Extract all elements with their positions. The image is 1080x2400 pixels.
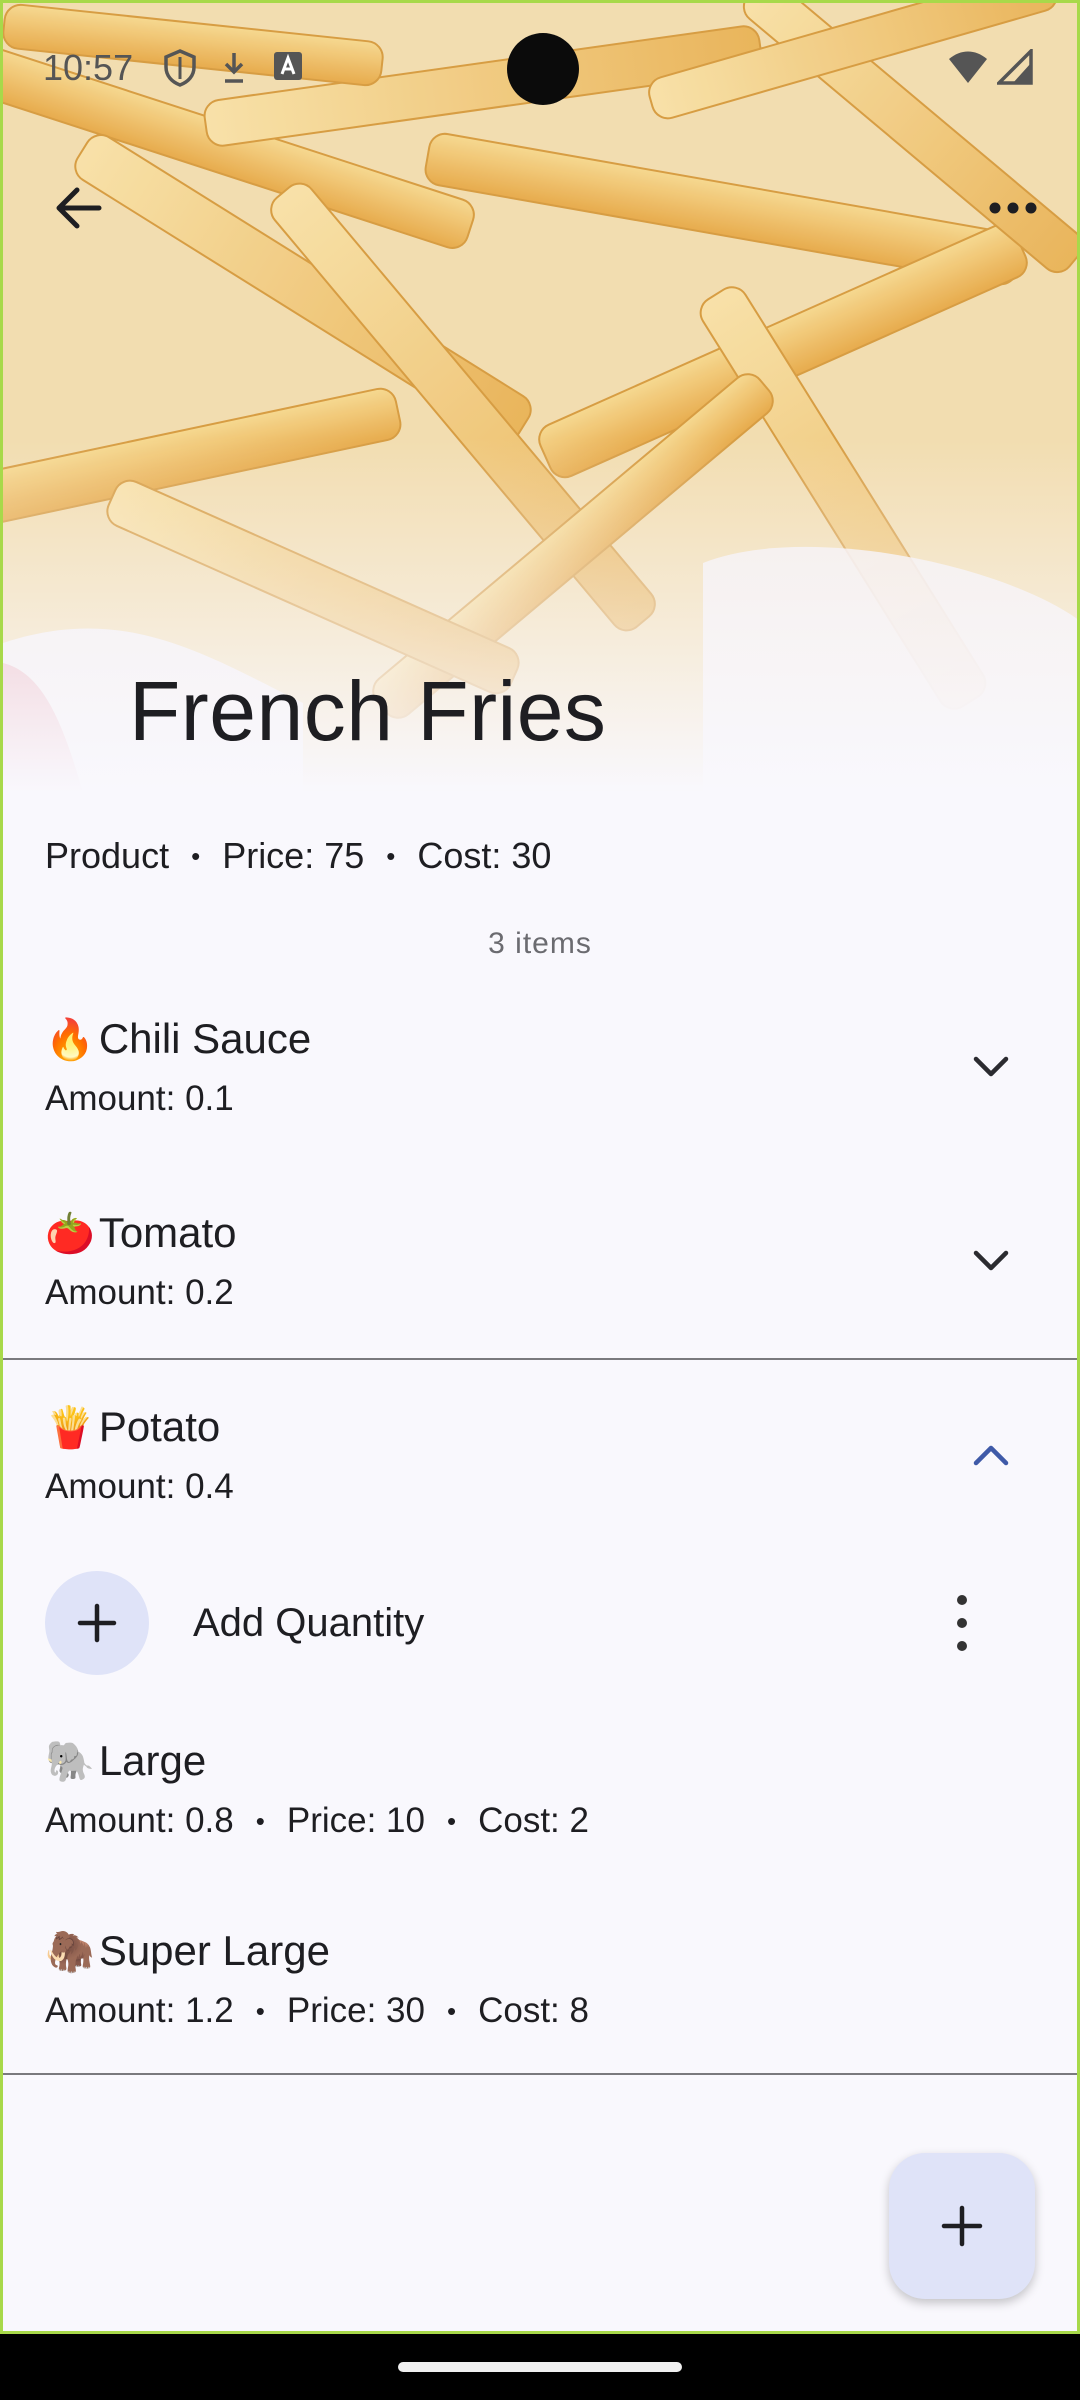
divider [3,1358,1077,1360]
page-title: French Fries [129,664,607,758]
status-bar: 10:57 [3,3,1077,133]
quantity-cost: Cost: 8 [478,1991,589,2030]
separator: • [255,1995,265,2026]
dot [957,1618,967,1628]
quantity-row[interactable]: 🦣 Super Large Amount: 1.2 • Price: 30 • … [3,1923,1077,2073]
app-screen: 10:57 French Fries Product • Price: 75 •… [0,0,1080,2334]
items-count: 3 items [488,927,592,960]
download-icon [219,49,249,92]
plus-icon [77,1603,117,1643]
product-meta: Product • Price: 75 • Cost: 30 [45,835,551,877]
quantity-row[interactable]: 🐘 Large Amount: 0.8 • Price: 10 • Cost: … [3,1733,1077,1883]
separator: • [446,1995,457,2026]
ingredient-row[interactable]: 🔥 Chili Sauce Amount: 0.1 [3,1003,1077,1183]
ingredient-name: Potato [98,1403,221,1450]
dot [957,1641,967,1651]
ingredient-amount: Amount: 0.2 [45,1273,234,1312]
divider [3,2073,1077,2075]
more-vert-button[interactable] [947,1595,977,1651]
elephant-icon: 🐘 [45,1739,95,1784]
ingredient-title: 🔥 Chili Sauce [45,1015,311,1063]
separator: • [255,1805,265,1836]
quantity-details: Amount: 1.2 • Price: 30 • Cost: 8 [45,1991,589,2031]
status-time: 10:57 [43,47,134,88]
ingredient-name: Tomato [98,1209,237,1256]
hero-image: 10:57 French Fries [3,3,1077,793]
separator: • [191,840,201,871]
quantity-cost: Cost: 2 [478,1801,589,1840]
ingredient-name: Chili Sauce [98,1015,312,1062]
signal-icon [994,46,1033,90]
quantity-amount: Amount: 0.8 [45,1801,234,1840]
arrow-back-icon [56,187,102,229]
quantity-title: 🐘 Large [45,1737,206,1785]
ingredient-amount: Amount: 0.4 [45,1467,234,1506]
fire-icon: 🔥 [45,1017,95,1062]
add-quantity-label: Add Quantity [193,1601,425,1645]
quantity-amount: Amount: 1.2 [45,1991,234,2030]
quantity-price: Price: 30 [286,1991,425,2030]
dot [957,1595,967,1605]
product-price: Price: 75 [222,835,365,876]
product-type: Product [45,835,170,876]
chevron-down-icon [973,1250,1009,1271]
chevron-up-icon [973,1445,1009,1466]
ingredient-amount: Amount: 0.1 [45,1079,234,1118]
quantity-name: Large [98,1737,207,1784]
plus-icon [941,2205,983,2247]
product-cost: Cost: 30 [417,835,552,876]
ingredient-title: 🍟 Potato [45,1403,220,1451]
expand-button[interactable] [965,1041,1017,1093]
more-options-button[interactable] [973,173,1053,243]
collapse-button[interactable] [965,1429,1017,1481]
more-horiz-icon [989,202,1037,214]
camera-cutout [507,33,579,105]
wifi-icon [947,49,989,90]
fries-icon: 🍟 [45,1405,95,1450]
add-ingredient-fab[interactable] [889,2153,1035,2299]
shield-icon [163,49,197,92]
add-quantity-row[interactable]: Add Quantity [3,1571,1077,1675]
expand-button[interactable] [965,1235,1017,1287]
chevron-down-icon [973,1056,1009,1077]
quantity-name: Super Large [98,1927,330,1974]
quantity-details: Amount: 0.8 • Price: 10 • Cost: 2 [45,1801,589,1841]
ingredient-row-expanded[interactable]: 🍟 Potato Amount: 0.4 [3,1391,1077,1551]
home-gesture-handle[interactable] [398,2362,682,2372]
quantity-title: 🦣 Super Large [45,1927,330,1975]
ingredient-title: 🍅 Tomato [45,1209,237,1257]
separator: • [386,840,396,871]
mammoth-icon: 🦣 [45,1929,95,1974]
back-button[interactable] [43,173,113,243]
keyboard-a-icon [271,49,305,92]
tomato-icon: 🍅 [45,1211,95,1256]
status-right-icons [947,46,1033,90]
quantity-price: Price: 10 [286,1801,425,1840]
separator: • [446,1805,457,1836]
ingredient-row[interactable]: 🍅 Tomato Amount: 0.2 [3,1197,1077,1357]
status-icons [163,49,305,92]
add-quantity-button[interactable] [45,1571,149,1675]
